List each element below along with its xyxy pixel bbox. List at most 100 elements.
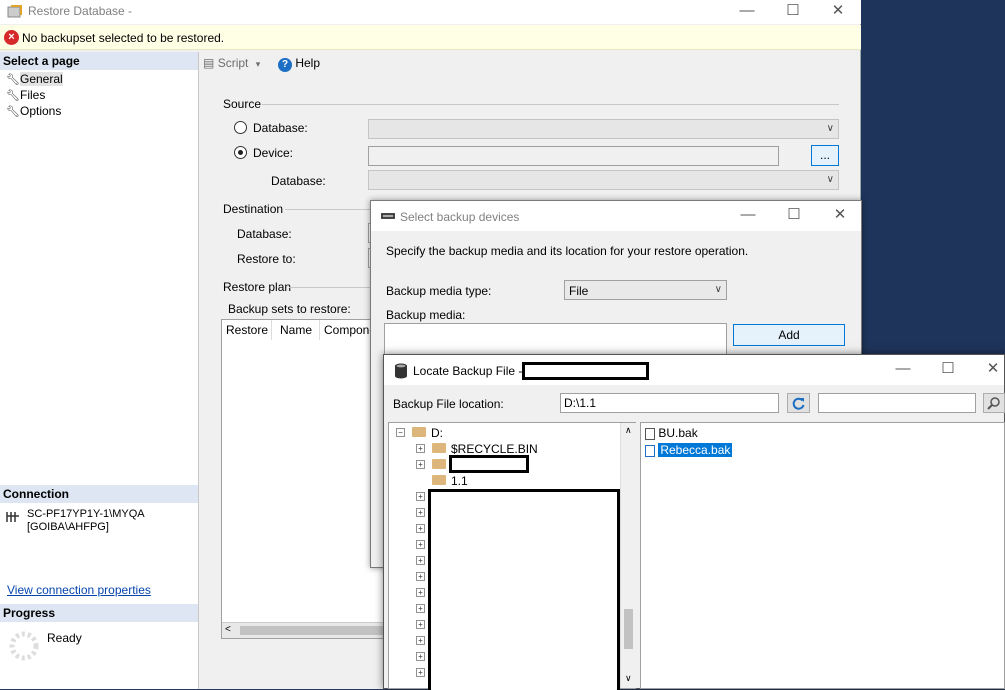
source-divider: [262, 104, 839, 105]
backup-media-type-select[interactable]: File ∨: [564, 280, 727, 300]
device-radio[interactable]: [234, 146, 247, 159]
backup-media-type-label: Backup media type:: [386, 284, 492, 298]
browse-device-button[interactable]: ...: [811, 145, 839, 166]
tree-expand-toggle[interactable]: +: [416, 572, 425, 581]
restore-to-label: Restore to:: [237, 252, 296, 266]
script-button[interactable]: ▤ Script ▾: [203, 56, 260, 70]
tree-expand-toggle[interactable]: +: [416, 460, 425, 469]
chevron-left-icon: <: [225, 624, 231, 635]
tree-vertical-scrollbar[interactable]: ∧ ∨: [620, 423, 636, 688]
tree-expand-toggle[interactable]: +: [416, 604, 425, 613]
select-devices-minimize-button[interactable]: —: [725, 204, 771, 228]
file-item-rebecca-bak[interactable]: Rebecca.bak: [645, 443, 733, 457]
tree-root-drive[interactable]: D:: [431, 426, 443, 440]
folder-tree[interactable]: − D: + $RECYCLE.BIN + 1.1 + + + + + + + …: [388, 422, 636, 690]
toolbar: ▤ Script ▾ ? Help: [200, 52, 860, 76]
device-database-label: Database:: [271, 174, 326, 188]
refresh-icon: [792, 397, 805, 410]
grid-header-name[interactable]: Name: [276, 320, 320, 340]
select-a-page-header: Select a page: [0, 52, 198, 70]
tree-folder-recycle-bin[interactable]: $RECYCLE.BIN: [451, 442, 538, 456]
folder-icon: [432, 459, 446, 469]
tree-expand-toggle[interactable]: +: [416, 540, 425, 549]
select-devices-maximize-button[interactable]: ☐: [771, 204, 817, 228]
restore-title-bar: Restore Database - — ☐ ✕: [0, 0, 861, 24]
file-list[interactable]: BU.bak Rebecca.bak: [640, 422, 1005, 689]
database-radio[interactable]: [234, 121, 247, 134]
tree-folder-1-1[interactable]: 1.1: [451, 474, 468, 488]
redacted-title-text: [522, 362, 649, 380]
error-banner: × No backupset selected to be restored.: [0, 25, 861, 50]
restore-window-title: Restore Database -: [28, 4, 133, 18]
file-search-input[interactable]: [818, 393, 976, 413]
restore-plan-divider: [289, 287, 370, 288]
tree-expand-toggle[interactable]: +: [416, 556, 425, 565]
add-backup-media-button[interactable]: Add: [733, 324, 845, 346]
locate-maximize-button[interactable]: ☐: [925, 358, 971, 382]
search-icon: [987, 397, 1000, 410]
redacted-folder-list: [428, 489, 620, 690]
view-connection-properties-link[interactable]: View connection properties: [7, 583, 151, 597]
tree-expand-toggle[interactable]: +: [416, 444, 425, 453]
destination-group-label: Destination: [223, 202, 284, 216]
close-button[interactable]: ✕: [815, 0, 861, 24]
locate-close-button[interactable]: ✕: [970, 358, 1005, 382]
folder-icon: [412, 427, 426, 437]
chevron-down-icon: ∨: [826, 174, 834, 185]
tree-expand-toggle[interactable]: +: [416, 620, 425, 629]
tree-expand-toggle[interactable]: +: [416, 588, 425, 597]
tree-expand-toggle[interactable]: +: [416, 508, 425, 517]
tape-device-icon: [381, 213, 395, 219]
locate-dialog-title: Locate Backup File -: [413, 364, 523, 378]
tree-collapse-toggle[interactable]: −: [396, 428, 405, 437]
search-button[interactable]: [983, 393, 1005, 413]
destination-divider: [285, 209, 370, 210]
page-item-general[interactable]: 🔧︎General: [6, 72, 63, 88]
database-icon: [395, 363, 407, 379]
connection-server: SC-PF17YP1Y-1\MYQA: [27, 508, 145, 520]
grid-horizontal-scrollbar[interactable]: <: [222, 622, 396, 638]
maximize-button[interactable]: ☐: [770, 0, 816, 24]
wrench-icon: 🔧︎: [6, 106, 20, 118]
tree-expand-toggle[interactable]: +: [416, 652, 425, 661]
error-message: No backupset selected to be restored.: [22, 31, 225, 45]
select-devices-instruction: Specify the backup media and its locatio…: [386, 244, 749, 258]
locate-minimize-button[interactable]: —: [880, 358, 926, 382]
tree-expand-toggle[interactable]: +: [416, 492, 425, 501]
refresh-button[interactable]: [787, 393, 810, 413]
select-devices-close-button[interactable]: ✕: [817, 204, 863, 228]
backup-media-list[interactable]: [384, 323, 727, 357]
tree-expand-toggle[interactable]: +: [416, 524, 425, 533]
progress-header: Progress: [0, 604, 198, 622]
select-devices-title: Select backup devices: [400, 210, 520, 224]
tree-expand-toggle[interactable]: +: [416, 668, 425, 677]
chevron-down-icon: ∨: [826, 123, 834, 134]
wrench-icon: 🔧︎: [6, 90, 20, 102]
scrollbar-thumb[interactable]: [240, 626, 390, 635]
chevron-up-icon: ∧: [625, 425, 632, 435]
backup-file-location-input[interactable]: D:\1.1: [560, 393, 779, 413]
tree-expand-toggle[interactable]: +: [416, 636, 425, 645]
chevron-down-icon: ∨: [714, 284, 722, 295]
left-navigation-pane: Select a page 🔧︎General 🔧︎Files 🔧︎Option…: [0, 52, 199, 689]
chevron-down-icon: ∨: [625, 673, 632, 683]
minimize-button[interactable]: —: [724, 0, 770, 24]
folder-icon: [432, 443, 446, 453]
source-database-combo[interactable]: ∨: [368, 119, 839, 139]
file-icon: [645, 444, 655, 457]
sql-server-app-icon: [7, 5, 22, 18]
file-icon: [645, 427, 655, 440]
database-radio-label: Database:: [253, 121, 308, 135]
grid-header-restore[interactable]: Restore: [222, 320, 272, 340]
help-button[interactable]: ? Help: [278, 56, 320, 72]
device-database-combo[interactable]: ∨: [368, 170, 839, 190]
page-item-files[interactable]: 🔧︎Files: [6, 88, 45, 104]
file-item-bu-bak[interactable]: BU.bak: [645, 426, 698, 440]
restore-plan-label: Restore plan: [223, 280, 292, 294]
page-item-options[interactable]: 🔧︎Options: [6, 104, 61, 120]
progress-spinner-icon: [9, 631, 39, 661]
connection-icon: [6, 512, 19, 522]
tree-scrollbar-thumb[interactable]: [624, 609, 633, 649]
device-path-field[interactable]: [368, 146, 779, 166]
chevron-down-icon: ▾: [255, 59, 261, 69]
